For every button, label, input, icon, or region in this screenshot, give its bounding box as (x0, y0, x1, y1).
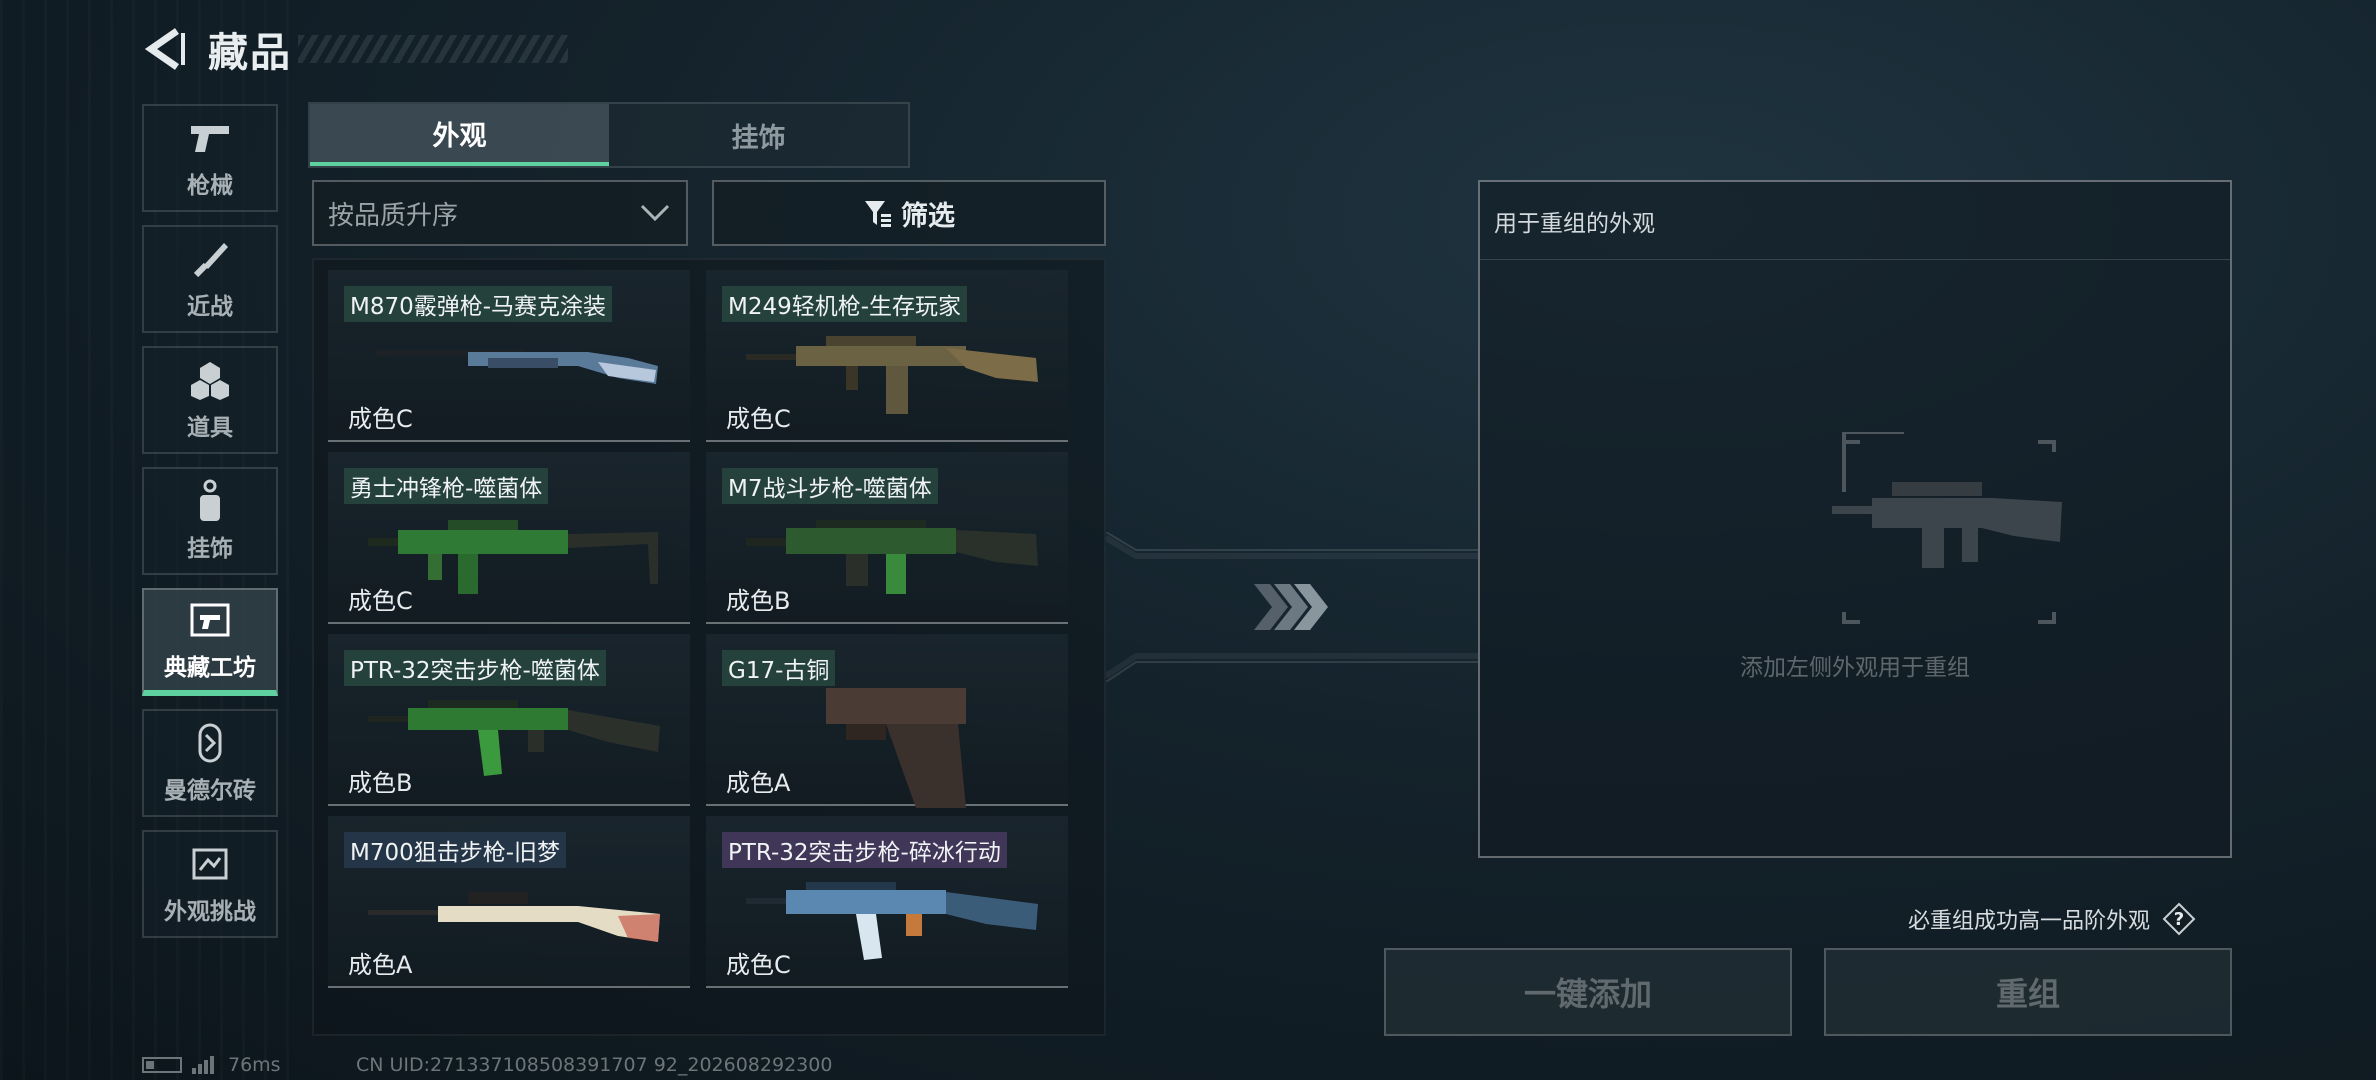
skin-grade: 成色A (348, 951, 413, 979)
battery-icon (142, 1057, 182, 1073)
sidebar-item-label: 道具 (187, 415, 233, 441)
sidebar-item-label: 枪械 (187, 173, 233, 199)
knife-icon (186, 237, 234, 281)
reroll-placeholder-text: 添加左侧外观用于重组 (1740, 655, 1970, 681)
pistol-icon (186, 116, 234, 160)
filter-icon (863, 198, 893, 228)
tab-appearance[interactable]: 外观 (310, 104, 609, 166)
add-all-button[interactable]: 一键添加 (1384, 948, 1792, 1036)
shotgun-icon (376, 350, 658, 384)
reroll-note-text: 必重组成功高一品阶外观 (1908, 909, 2151, 934)
smg-icon (368, 520, 658, 594)
sidebar-item-melee[interactable]: 近战 (142, 225, 278, 333)
reroll-note: 必重组成功高一品阶外观 ? (1908, 902, 2196, 936)
skin-name: M249轻机枪-生存玩家 (722, 286, 968, 322)
skin-card[interactable]: PTR-32突击步枪-噬菌体 成色B (328, 634, 690, 806)
category-sidebar: 枪械 近战 道具 挂饰 典藏工坊 曼德尔砖 外观挑战 (142, 104, 278, 951)
filter-button[interactable]: 筛选 (712, 180, 1106, 246)
skin-grade: 成色B (726, 587, 791, 615)
forward-arrows-icon (1250, 580, 1330, 638)
sidebar-item-label: 典藏工坊 (164, 655, 256, 681)
sort-value: 按品质升序 (328, 200, 459, 231)
skin-card[interactable]: PTR-32突击步枪-碎冰行动 成色C (706, 816, 1068, 988)
charm-icon (186, 479, 234, 523)
sidebar-item-mandel-brick[interactable]: 曼德尔砖 (142, 709, 278, 817)
brick-icon (186, 721, 234, 765)
skin-name: M870霰弹枪-马赛克涂装 (344, 286, 613, 322)
sidebar-item-label: 近战 (187, 294, 233, 320)
skin-grid: M870霰弹枪-马赛克涂装 成色C M249轻机枪-生存玩家 成色C 勇士冲锋枪… (312, 258, 1106, 1036)
skin-grade: 成色A (726, 769, 791, 797)
workshop-icon (186, 598, 234, 642)
weapon-placeholder-icon (1832, 432, 2062, 624)
sidebar-item-skin-challenge[interactable]: 外观挑战 (142, 830, 278, 938)
sniper-icon (368, 892, 660, 942)
sidebar-item-guns[interactable]: 枪械 (142, 104, 278, 212)
rifle-icon (746, 520, 1038, 594)
skin-name: M700狙击步枪-旧梦 (344, 832, 567, 868)
skin-tabs: 外观 挂饰 (308, 102, 910, 168)
skin-name: PTR-32突击步枪-碎冰行动 (722, 832, 1007, 868)
skin-grade: 成色C (348, 587, 413, 615)
status-bar: 76ms (142, 1054, 281, 1076)
assault-rifle-icon (368, 700, 660, 776)
items-icon (186, 358, 234, 402)
pistol-icon (826, 688, 966, 808)
skin-grade: 成色C (348, 405, 413, 433)
skin-name: PTR-32突击步枪-噬菌体 (344, 650, 606, 686)
skin-grade: 成色C (726, 405, 791, 433)
sidebar-item-label: 曼德尔砖 (164, 778, 256, 804)
page-title: 藏品 (208, 30, 292, 76)
ping-value: 76ms (228, 1054, 281, 1076)
skin-card[interactable]: G17-古铜 成色A (706, 634, 1068, 808)
skin-grade: 成色B (348, 769, 413, 797)
sidebar-item-workshop[interactable]: 典藏工坊 (142, 588, 278, 696)
skin-card[interactable]: 勇士冲锋枪-噬菌体 成色C (328, 452, 690, 624)
filter-label: 筛选 (901, 200, 955, 232)
back-arrow-icon[interactable] (140, 24, 190, 74)
page-header: 藏品 (140, 24, 568, 76)
svg-text:?: ? (2174, 909, 2184, 930)
skin-card[interactable]: M700狙击步枪-旧梦 成色A (328, 816, 690, 988)
reroll-panel-title: 用于重组的外观 (1480, 182, 2230, 260)
skin-card[interactable]: M249轻机枪-生存玩家 成色C (706, 270, 1068, 442)
sidebar-item-label: 挂饰 (187, 536, 233, 562)
help-icon[interactable]: ? (2162, 902, 2196, 936)
tab-charms[interactable]: 挂饰 (609, 104, 908, 166)
chevron-down-icon (638, 200, 672, 233)
sort-dropdown[interactable]: 按品质升序 (312, 180, 688, 246)
lmg-icon (746, 336, 1038, 414)
assault-rifle-icon (746, 882, 1038, 960)
reroll-button[interactable]: 重组 (1824, 948, 2232, 1036)
skin-card[interactable]: M870霰弹枪-马赛克涂装 成色C (328, 270, 690, 442)
skin-name: M7战斗步枪-噬菌体 (722, 468, 938, 504)
challenge-icon (186, 842, 234, 886)
player-uid: CN UID:271337108508391707 92_20260829230… (356, 1054, 833, 1076)
title-decoration (298, 35, 568, 63)
skin-name: 勇士冲锋枪-噬菌体 (344, 468, 549, 504)
signal-icon (192, 1056, 216, 1074)
reroll-panel: 用于重组的外观 添加左侧外观用于重组 (1478, 180, 2232, 858)
skin-card[interactable]: M7战斗步枪-噬菌体 成色B (706, 452, 1068, 624)
sidebar-item-label: 外观挑战 (164, 899, 256, 925)
sidebar-item-charms[interactable]: 挂饰 (142, 467, 278, 575)
sidebar-item-items[interactable]: 道具 (142, 346, 278, 454)
skin-grade: 成色C (726, 951, 791, 979)
